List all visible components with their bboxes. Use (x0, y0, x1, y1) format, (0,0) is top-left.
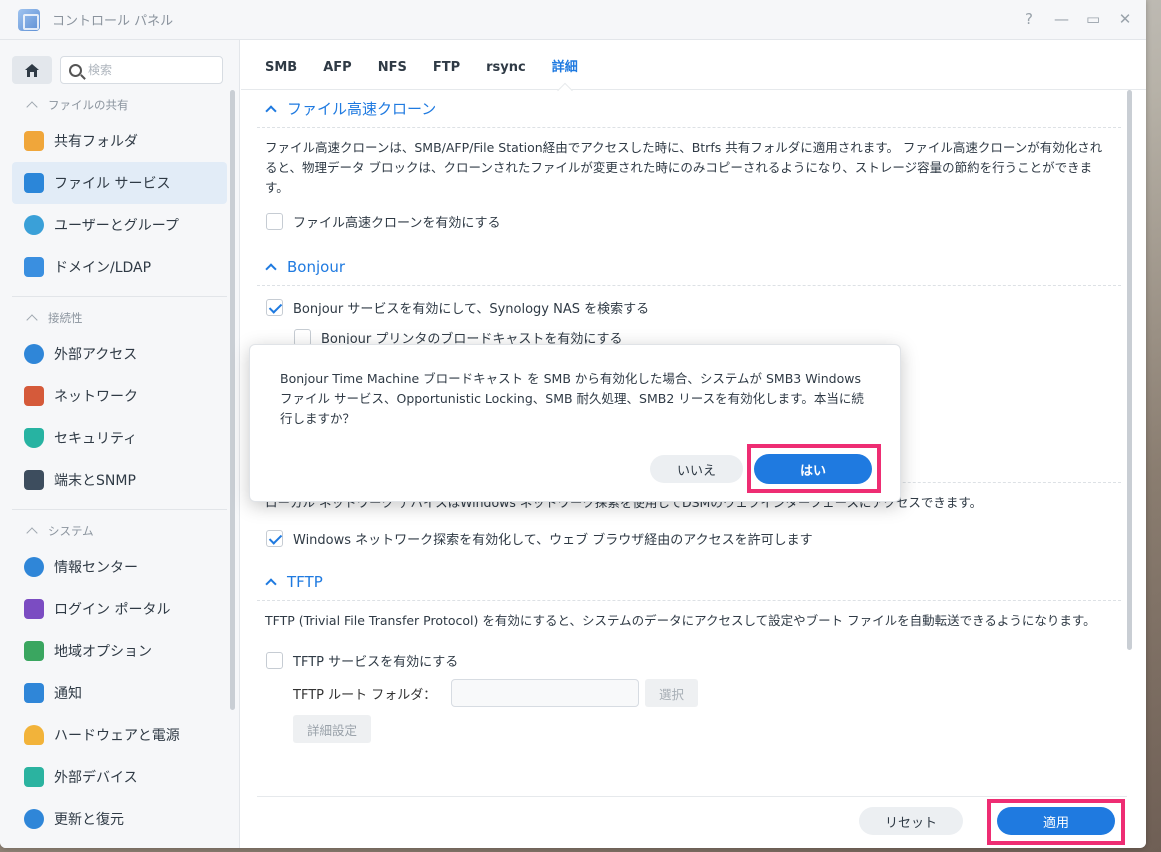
chevron-up-icon (265, 263, 277, 275)
control-panel-icon (18, 8, 40, 31)
sidebar-item-login-portal[interactable]: ログイン ポータル (12, 588, 227, 630)
chevron-up-icon (265, 578, 277, 590)
sidebar-item-domain-ldap[interactable]: ドメイン/LDAP (12, 246, 227, 288)
wsd-checkbox[interactable] (266, 529, 283, 547)
section-header-system[interactable]: システム (0, 516, 239, 546)
footer-bar: リセット 適用 (257, 796, 1127, 848)
sidebar-item-file-services[interactable]: ファイル サービス (12, 162, 227, 204)
tab-bar: SMB AFP NFS FTP rsync 詳細 (241, 40, 1146, 90)
terminal-icon (24, 470, 44, 490)
main-scrollbar[interactable] (1127, 90, 1132, 650)
minimize-icon[interactable]: — (1054, 10, 1069, 28)
lightbulb-icon (24, 725, 44, 745)
close-icon[interactable]: ✕ (1118, 10, 1132, 28)
update-restore-icon (24, 809, 44, 829)
bonjour-checkbox-row[interactable]: Bonjour サービスを有効にして、Synology NAS を検索する (257, 292, 1121, 322)
sidebar: ファイルの共有 共有フォルダ ファイル サービス ユーザーとグループ ドメイン/… (0, 40, 240, 848)
sidebar-item-shared-folder[interactable]: 共有フォルダ (12, 120, 227, 162)
folder-share-icon (24, 131, 44, 151)
sidebar-item-external-access[interactable]: 外部アクセス (12, 333, 227, 375)
tab-advanced[interactable]: 詳細 (552, 56, 578, 89)
sidebar-scrollbar[interactable] (230, 90, 235, 710)
notification-icon (24, 683, 44, 703)
sidebar-item-terminal-snmp[interactable]: 端末とSNMP (12, 459, 227, 501)
login-portal-icon (24, 599, 44, 619)
dialog-message: Bonjour Time Machine ブロードキャスト を SMB から有効… (280, 371, 864, 426)
title-bar: コントロール パネル ? — ▭ ✕ (0, 0, 1146, 40)
tftp-checkbox[interactable] (266, 651, 283, 669)
tab-ftp[interactable]: FTP (433, 60, 460, 89)
select-button[interactable]: 選択 (645, 679, 699, 707)
sidebar-item-update-restore[interactable]: 更新と復元 (12, 798, 227, 840)
info-icon (24, 557, 44, 577)
bonjour-printer-checkbox[interactable] (294, 328, 311, 346)
sidebar-item-regional-options[interactable]: 地域オプション (12, 630, 227, 672)
help-icon[interactable]: ? (1022, 10, 1036, 28)
chevron-up-icon (265, 105, 277, 117)
sidebar-item-info-center[interactable]: 情報センター (12, 546, 227, 588)
fast-clone-checkbox[interactable] (266, 212, 283, 230)
domain-icon (24, 257, 44, 277)
users-icon (24, 215, 44, 235)
external-access-icon (24, 344, 44, 364)
advanced-settings-button[interactable]: 詳細設定 (293, 715, 372, 743)
network-house-icon (24, 386, 44, 406)
file-services-icon (24, 173, 44, 193)
chevron-up-icon (26, 314, 38, 326)
sidebar-item-hardware-power[interactable]: ハードウェアと電源 (12, 714, 227, 756)
fast-clone-checkbox-row[interactable]: ファイル高速クローンを有効にする (257, 206, 1121, 236)
search-field[interactable] (60, 56, 223, 84)
tftp-root-folder-row: TFTP ルート フォルダ： 選択 (257, 675, 1121, 711)
confirmation-dialog: Bonjour Time Machine ブロードキャスト を SMB から有効… (249, 344, 901, 502)
search-icon (69, 63, 82, 77)
search-input[interactable] (88, 63, 208, 77)
section-header-connectivity[interactable]: 接続性 (0, 303, 239, 333)
section-title-tftp[interactable]: TFTP (257, 563, 1121, 601)
tab-smb[interactable]: SMB (265, 60, 297, 89)
chevron-up-icon (26, 101, 38, 113)
tab-rsync[interactable]: rsync (486, 60, 526, 89)
tftp-description: TFTP (Trivial File Transfer Protocol) を有… (265, 613, 1096, 628)
no-button[interactable]: いいえ (650, 455, 743, 483)
regional-map-icon (24, 641, 44, 661)
tab-nfs[interactable]: NFS (378, 60, 407, 89)
reset-button[interactable]: リセット (859, 807, 963, 835)
tftp-root-folder-input[interactable] (451, 679, 639, 707)
sidebar-item-users-groups[interactable]: ユーザーとグループ (12, 204, 227, 246)
sidebar-item-network[interactable]: ネットワーク (12, 375, 227, 417)
divider (12, 509, 227, 510)
sidebar-item-security[interactable]: セキュリティ (12, 417, 227, 459)
tab-afp[interactable]: AFP (323, 60, 351, 89)
window-title: コントロール パネル (52, 14, 174, 29)
section-header-file-sharing[interactable]: ファイルの共有 (0, 90, 239, 120)
highlight-box-apply (987, 799, 1125, 845)
chevron-up-icon (26, 527, 38, 539)
shield-icon (24, 428, 44, 448)
tftp-advanced-row: 詳細設定 (257, 711, 1121, 747)
external-device-icon (24, 767, 44, 787)
bonjour-checkbox[interactable] (266, 298, 283, 316)
wsd-checkbox-row[interactable]: Windows ネットワーク探索を有効化して、ウェブ ブラウザ経由のアクセスを許… (257, 523, 1121, 553)
divider (12, 296, 227, 297)
fast-clone-description: ファイル高速クローンは、SMB/AFP/File Station経由でアクセスし… (265, 140, 1103, 195)
highlight-box-yes (747, 444, 881, 493)
section-title-fast-clone[interactable]: ファイル高速クローン (257, 90, 1121, 128)
tftp-checkbox-row[interactable]: TFTP サービスを有効にする (257, 645, 1121, 675)
section-title-bonjour[interactable]: Bonjour (257, 248, 1121, 286)
home-button[interactable] (12, 56, 52, 84)
window-controls: ? — ▭ ✕ (1022, 10, 1132, 28)
sidebar-item-external-devices[interactable]: 外部デバイス (12, 756, 227, 798)
tftp-root-folder-label: TFTP ルート フォルダ： (293, 687, 437, 703)
sidebar-item-notification[interactable]: 通知 (12, 672, 227, 714)
home-icon (25, 63, 39, 77)
maximize-icon[interactable]: ▭ (1086, 10, 1100, 28)
